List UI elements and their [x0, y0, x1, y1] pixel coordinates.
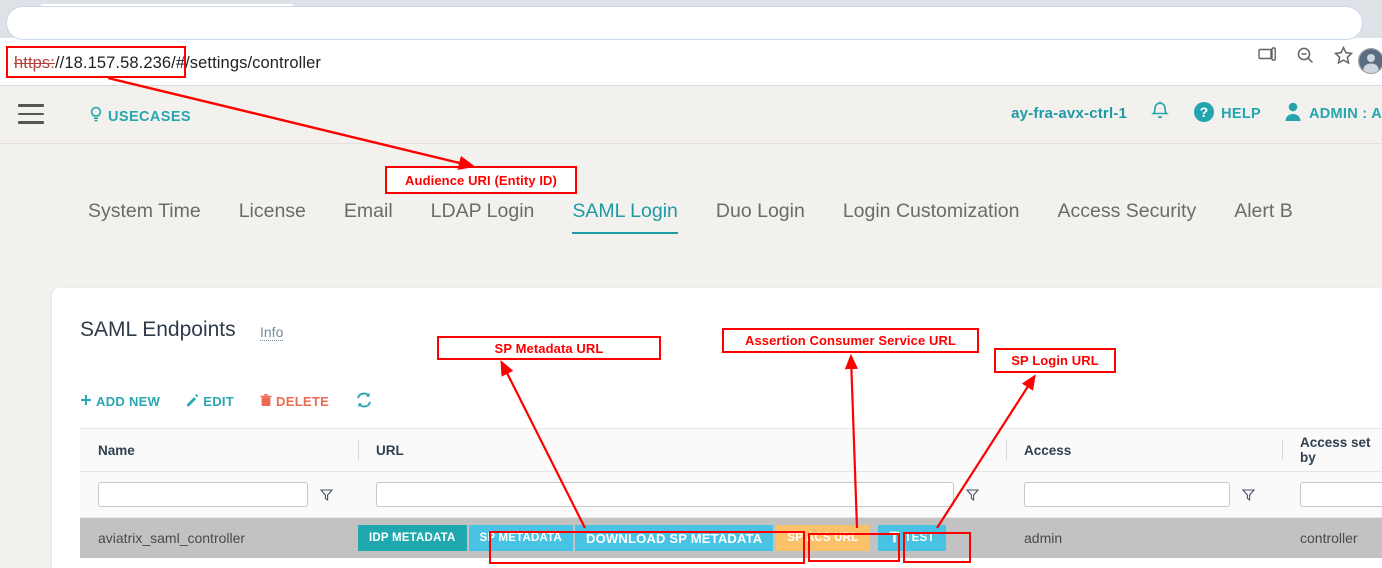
filter-cell-url — [358, 482, 1006, 507]
filter-input-access-set-by[interactable] — [1300, 482, 1382, 507]
url-path: //18.157.58.236/#/settings/controller — [55, 54, 321, 73]
browser-toolbar-icons — [1256, 44, 1354, 66]
info-link[interactable]: Info — [260, 324, 283, 341]
admin-menu[interactable]: ADMIN : A — [1283, 101, 1382, 126]
column-header-access-set-by[interactable]: Access set by — [1282, 428, 1382, 472]
cell-url-buttons: IDP METADATA SP METADATA DOWNLOAD SP MET… — [358, 518, 1006, 558]
saml-endpoints-card: SAML Endpoints Info ADD NEW EDIT — [52, 288, 1382, 568]
test-button[interactable]: TEST — [878, 525, 945, 551]
address-bar-text[interactable]: https://18.157.58.236/#/settings/control… — [14, 46, 321, 80]
filter-cell-access — [1006, 482, 1282, 507]
cell-access-set-by: controller — [1282, 518, 1382, 558]
profile-avatar-icon[interactable] — [1358, 48, 1382, 74]
cell-name: aviatrix_saml_controller — [80, 518, 358, 558]
tab-alert-b[interactable]: Alert B — [1234, 200, 1293, 232]
svg-text:?: ? — [1200, 104, 1209, 120]
flask-t-icon — [889, 531, 900, 546]
trash-icon — [260, 394, 272, 410]
user-icon — [1283, 101, 1303, 126]
url-scheme: https: — [14, 54, 55, 73]
filter-input-access[interactable] — [1024, 482, 1230, 507]
edit-button[interactable]: EDIT — [186, 394, 234, 410]
sp-acs-url-button[interactable]: SP ACS URL — [776, 525, 869, 551]
help-label: HELP — [1221, 106, 1261, 122]
column-header-access[interactable]: Access — [1006, 428, 1282, 472]
filter-funnel-icon-url[interactable] — [958, 488, 986, 501]
screen: ✕ gmail-org-9033130 - Application ✕ + ht… — [0, 0, 1382, 568]
endpoints-table: Name URL Access Access set by — [80, 428, 1382, 558]
menu-icon[interactable] — [18, 104, 44, 124]
filter-cell-name — [80, 482, 358, 507]
sp-metadata-button[interactable]: SP METADATA — [469, 525, 574, 551]
tab-license[interactable]: License — [239, 200, 306, 232]
refresh-button[interactable] — [355, 391, 373, 412]
notifications-button[interactable] — [1149, 100, 1171, 127]
annotation-acs-url: Assertion Consumer Service URL — [722, 328, 979, 353]
admin-label: ADMIN : A — [1309, 106, 1382, 122]
controller-name: ay-fra-avx-ctrl-1 — [1011, 105, 1127, 122]
delete-button[interactable]: DELETE — [260, 394, 329, 410]
download-sp-metadata-button[interactable]: DOWNLOAD SP METADATA — [575, 525, 773, 551]
zoom-out-icon[interactable] — [1294, 44, 1316, 66]
add-new-button[interactable]: ADD NEW — [80, 394, 160, 409]
filter-funnel-icon-name[interactable] — [312, 488, 340, 501]
table-filter-row — [80, 472, 1382, 518]
cell-access: admin — [1006, 518, 1282, 558]
annotation-audience-uri: Audience URI (Entity ID) — [385, 166, 577, 194]
table-header-row: Name URL Access Access set by — [80, 428, 1382, 472]
tab-access-security[interactable]: Access Security — [1058, 200, 1197, 232]
tab-email[interactable]: Email — [344, 200, 393, 232]
annotation-sp-metadata-url: SP Metadata URL — [437, 336, 661, 360]
delete-label: DELETE — [276, 394, 329, 409]
bell-icon — [1149, 100, 1171, 127]
tab-saml-login[interactable]: SAML Login — [572, 200, 678, 234]
page-title: SAML Endpoints — [80, 318, 236, 342]
address-bar[interactable] — [6, 6, 1363, 40]
filter-funnel-icon-access[interactable] — [1234, 488, 1262, 501]
filter-input-name[interactable] — [98, 482, 308, 507]
card-toolbar: ADD NEW EDIT DELETE — [80, 391, 373, 412]
filter-input-url[interactable] — [376, 482, 954, 507]
header-right-group: ay-fra-avx-ctrl-1 ? HELP — [1011, 100, 1382, 127]
add-new-label: ADD NEW — [96, 394, 160, 409]
tab-ldap-login[interactable]: LDAP Login — [431, 200, 535, 232]
lightbulb-icon — [88, 106, 104, 128]
table-row[interactable]: aviatrix_saml_controller IDP METADATA SP… — [80, 518, 1382, 558]
edit-label: EDIT — [203, 394, 234, 409]
tab-login-customization[interactable]: Login Customization — [843, 200, 1020, 232]
column-header-name[interactable]: Name — [80, 428, 358, 472]
help-button[interactable]: ? HELP — [1193, 101, 1261, 127]
app-header: USECASES ay-fra-avx-ctrl-1 ? — [0, 86, 1382, 144]
cast-icon[interactable] — [1256, 44, 1278, 66]
idp-metadata-button[interactable]: IDP METADATA — [358, 525, 467, 551]
help-circle-icon: ? — [1193, 101, 1215, 127]
bookmark-star-icon[interactable] — [1332, 44, 1354, 66]
column-header-url[interactable]: URL — [358, 428, 1006, 472]
usecases-label: USECASES — [108, 109, 191, 125]
tab-system-time[interactable]: System Time — [88, 200, 201, 232]
plus-icon — [80, 394, 92, 409]
test-label: TEST — [904, 532, 934, 544]
usecases-link[interactable]: USECASES — [88, 106, 191, 128]
settings-tabs: System Time License Email LDAP Login SAM… — [0, 200, 1382, 255]
filter-cell-access-set-by — [1282, 482, 1382, 507]
refresh-icon — [355, 391, 373, 412]
annotation-sp-login-url: SP Login URL — [994, 348, 1116, 373]
pencil-icon — [186, 394, 199, 410]
tab-duo-login[interactable]: Duo Login — [716, 200, 805, 232]
